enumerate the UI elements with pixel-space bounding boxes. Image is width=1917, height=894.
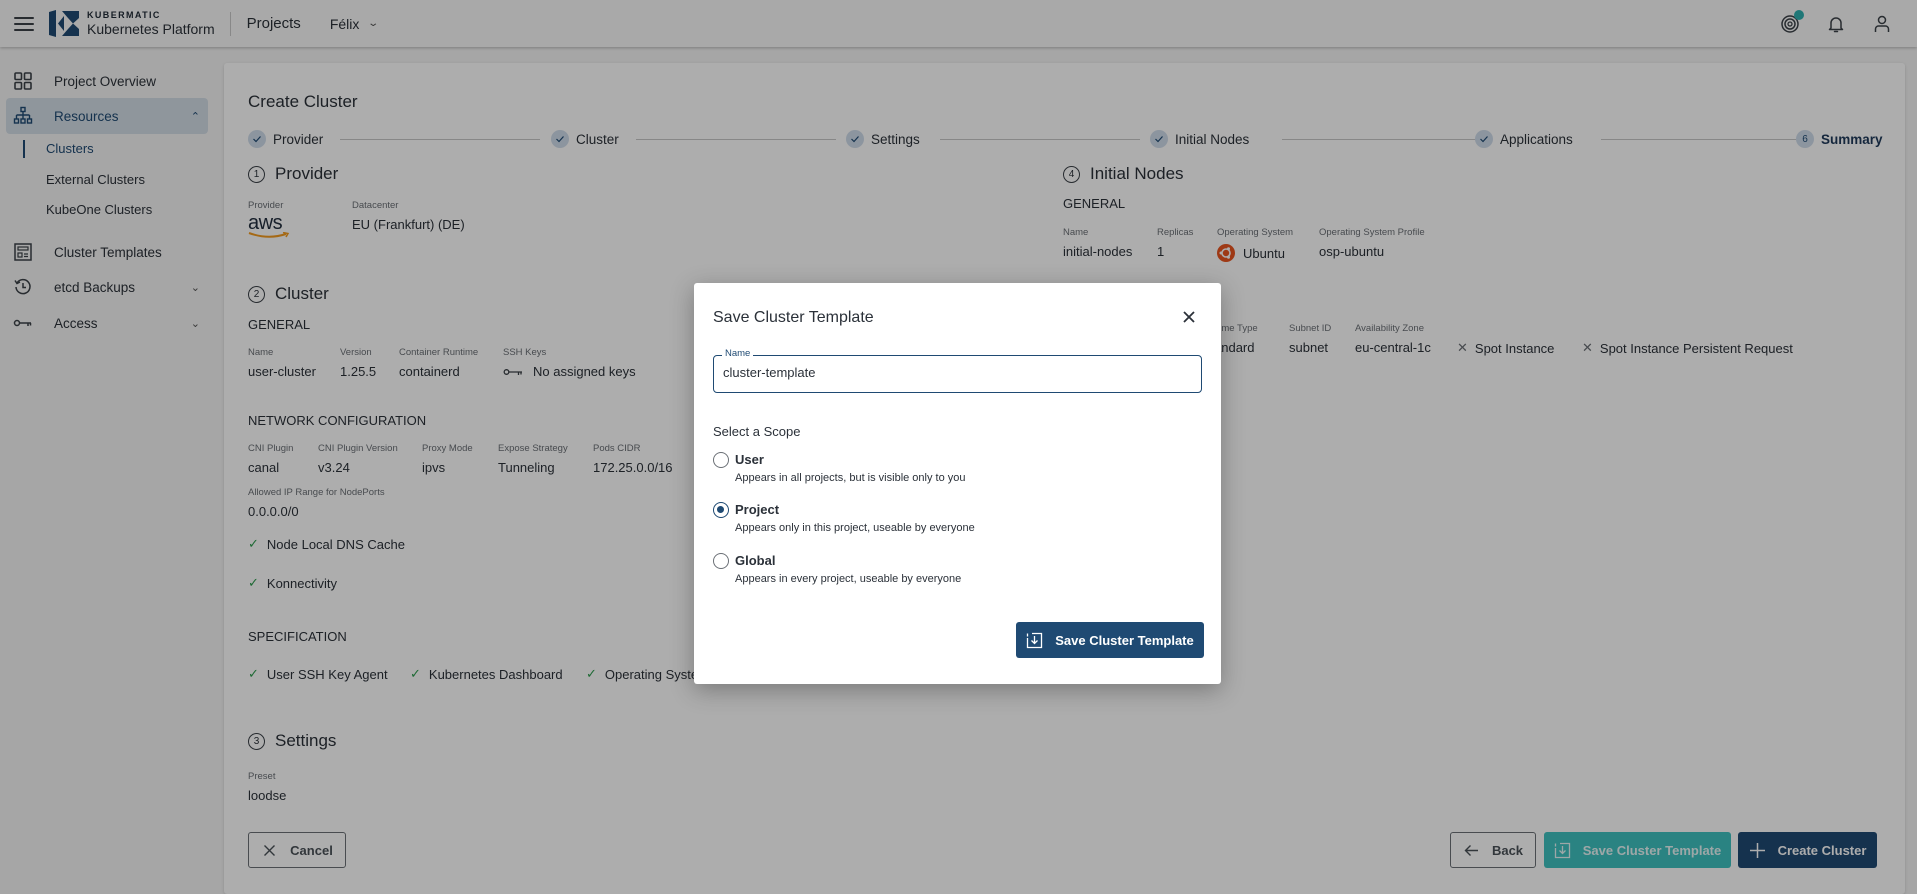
scope-label: Select a Scope — [713, 424, 801, 439]
radio-description: Appears only in this project, useable by… — [735, 522, 975, 534]
scope-user-radio[interactable] — [713, 452, 729, 468]
radio-title: User — [735, 452, 764, 467]
dialog-save-button[interactable]: Save Cluster Template — [1016, 622, 1204, 658]
close-dialog-button[interactable] — [1179, 307, 1199, 327]
radio-title: Global — [735, 553, 776, 568]
radio-description: Appears in all projects, but is visible … — [735, 472, 966, 484]
template-name-input[interactable] — [723, 365, 1183, 380]
button-label: Save Cluster Template — [1055, 632, 1194, 648]
template-name-field[interactable]: Name — [713, 348, 1202, 393]
close-icon — [1183, 311, 1195, 323]
save-template-icon — [1026, 632, 1043, 649]
radio-description: Appears in every project, useable by eve… — [735, 573, 962, 585]
radio-title: Project — [735, 502, 780, 517]
dialog-title: Save Cluster Template — [713, 309, 874, 326]
name-field-label: Name — [722, 348, 754, 359]
save-cluster-template-dialog: Save Cluster Template Name Select a Scop… — [694, 283, 1221, 684]
scope-project-radio[interactable] — [713, 502, 729, 518]
scope-global-radio[interactable] — [713, 553, 729, 569]
